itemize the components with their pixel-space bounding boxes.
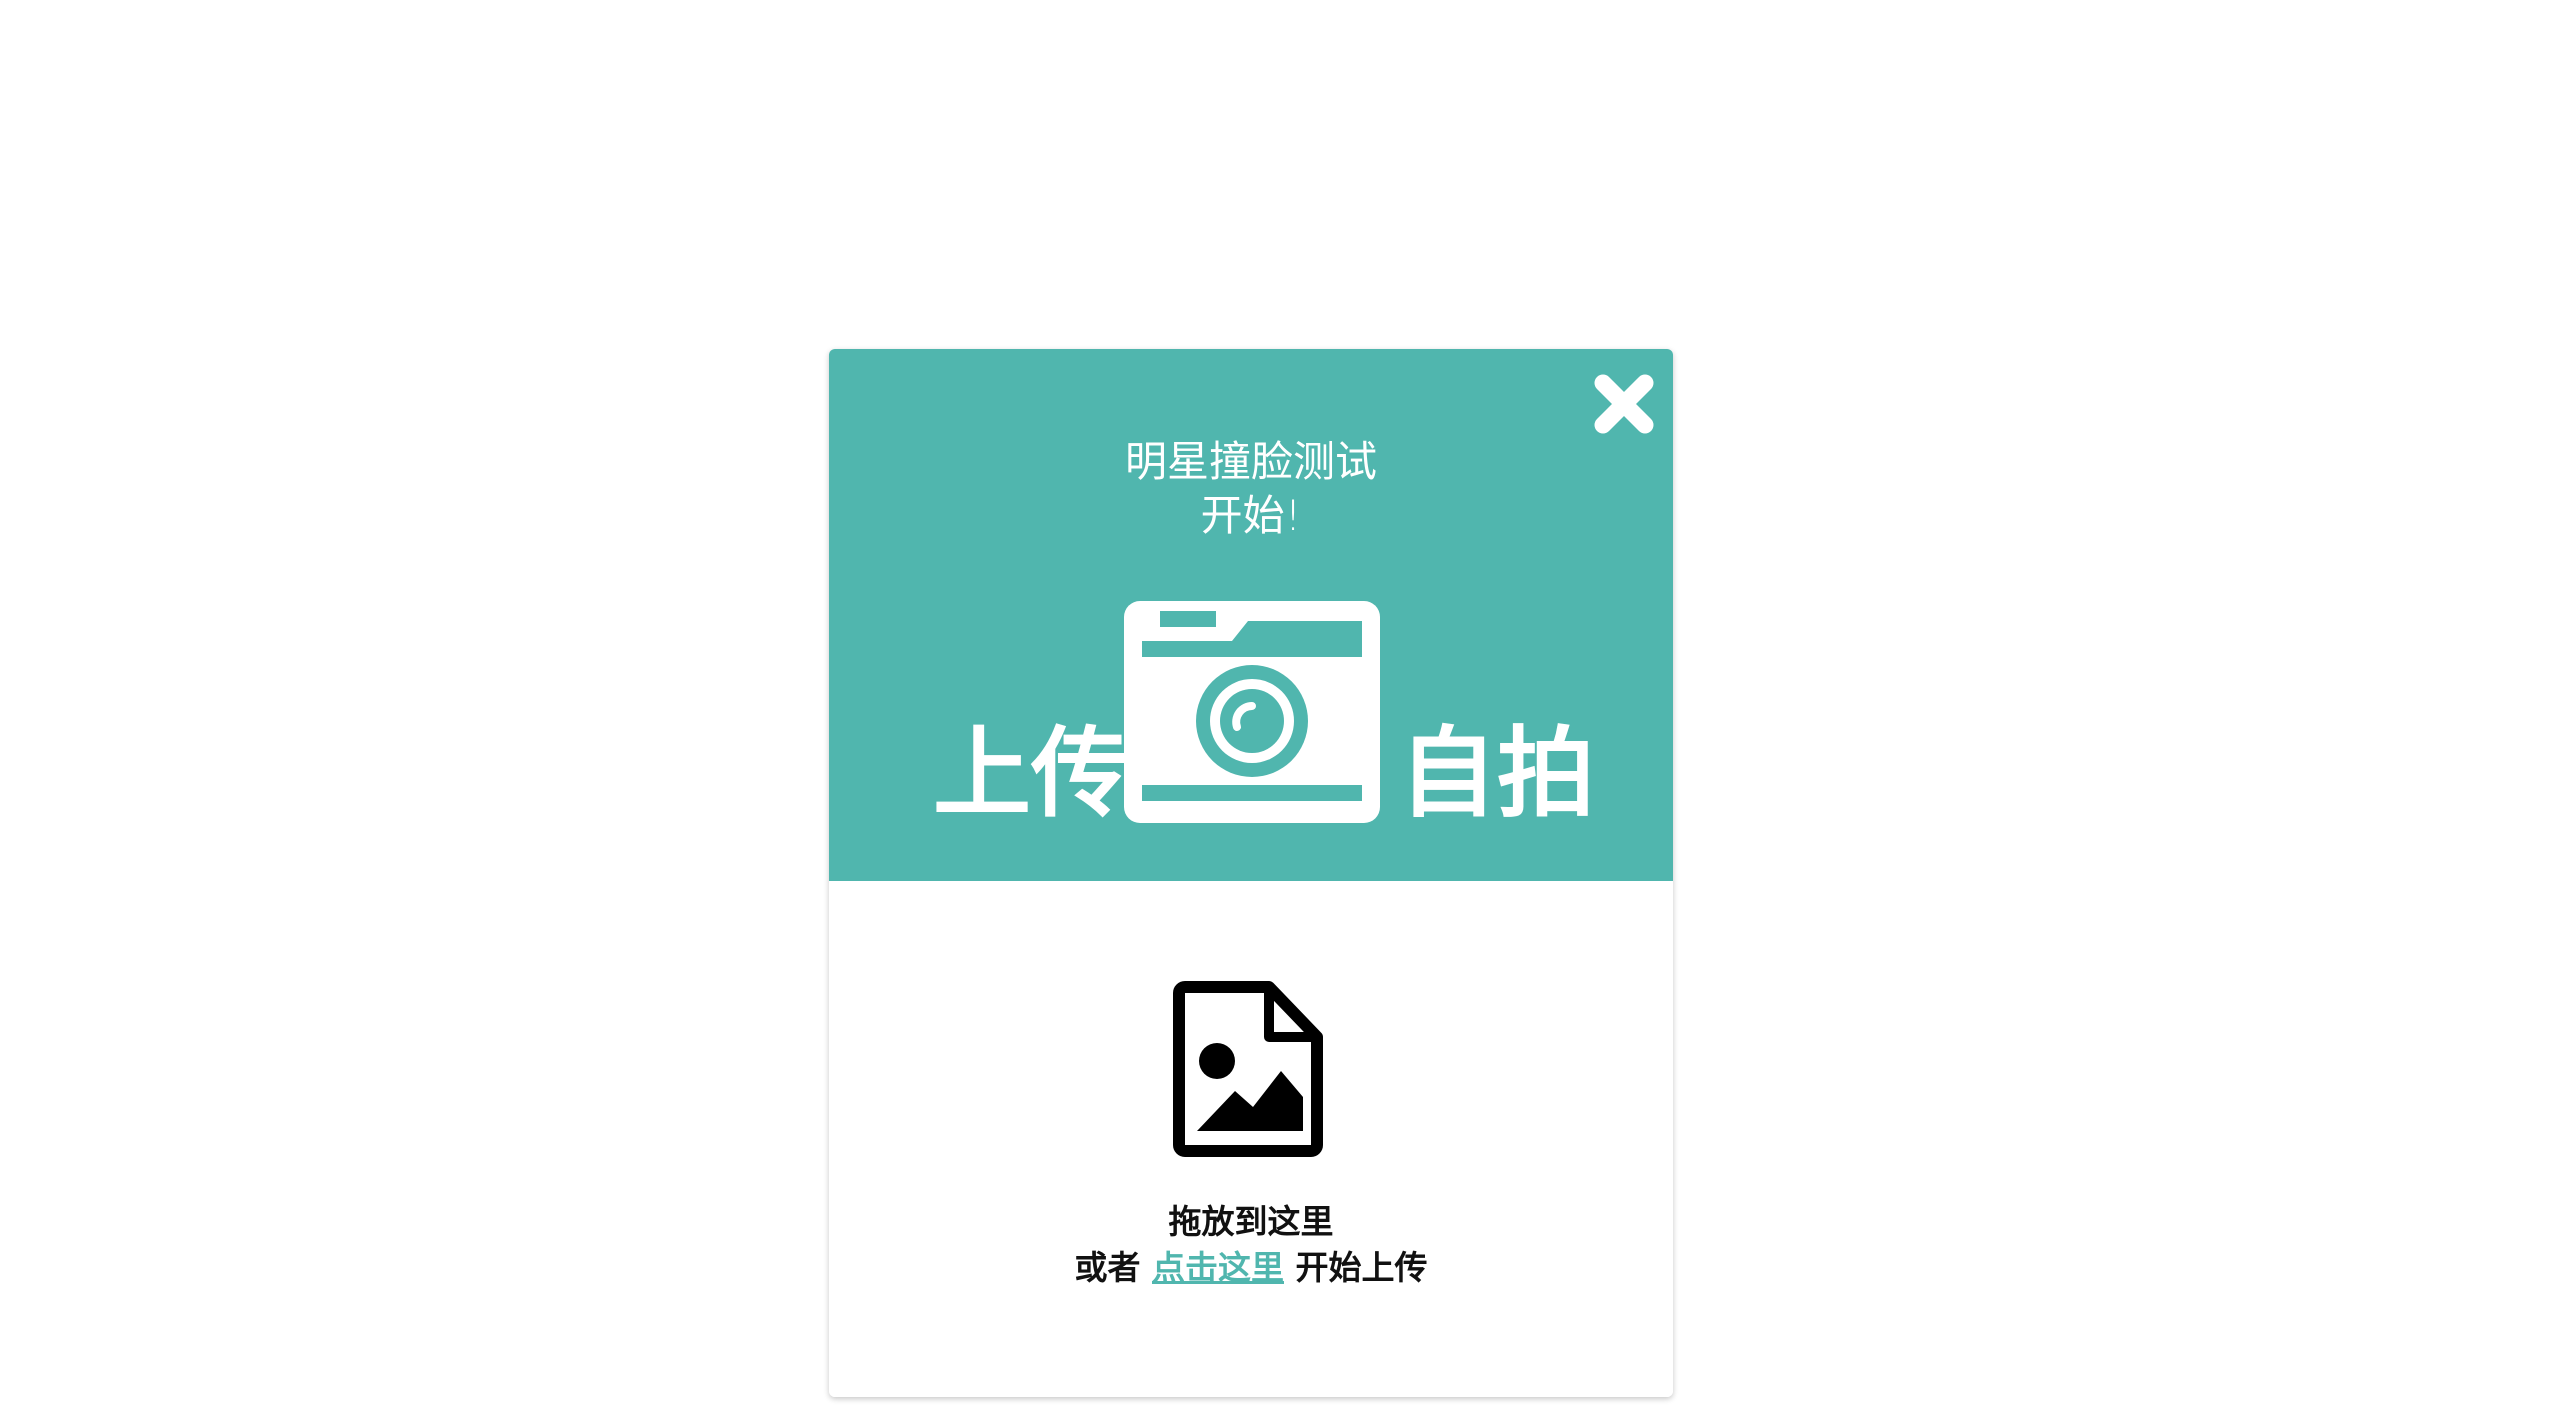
title-line-2: 开始! xyxy=(1200,491,1302,540)
upload-label: 上传 xyxy=(933,717,1130,831)
drop-instructions: 拖放到这里 或者 点击这里 开始上传 xyxy=(829,1199,1673,1291)
close-x-icon xyxy=(1594,374,1654,434)
upload-selfie-row: 上传 自拍 xyxy=(829,601,1673,831)
start-upload-text: 开始上传 xyxy=(1295,1248,1428,1287)
click-here-link[interactable]: 点击这里 xyxy=(1152,1248,1284,1287)
drop-here-text: 拖放到这里 xyxy=(1168,1202,1334,1241)
or-text: 或者 xyxy=(1074,1248,1141,1287)
close-button[interactable] xyxy=(1589,369,1659,439)
selfie-label: 自拍 xyxy=(1399,717,1596,831)
upload-dialog: 明星撞脸测试 开始! 上传 自拍 拖放到这里 或者 点击这里 开始上传 xyxy=(829,349,1673,1397)
page: 明星撞脸测试 开始! 上传 自拍 拖放到这里 或者 点击这里 开始上传 xyxy=(0,0,2560,1422)
image-file-icon xyxy=(1173,981,1325,1157)
drop-zone[interactable]: 拖放到这里 或者 点击这里 开始上传 xyxy=(829,881,1673,1397)
or-click-line: 或者 点击这里 开始上传 xyxy=(829,1245,1673,1291)
camera-icon[interactable] xyxy=(1124,601,1380,823)
title-line-1: 明星撞脸测试 xyxy=(1124,437,1377,486)
dialog-header: 明星撞脸测试 开始! 上传 自拍 xyxy=(829,349,1673,881)
dialog-title: 明星撞脸测试 开始! xyxy=(829,435,1673,543)
